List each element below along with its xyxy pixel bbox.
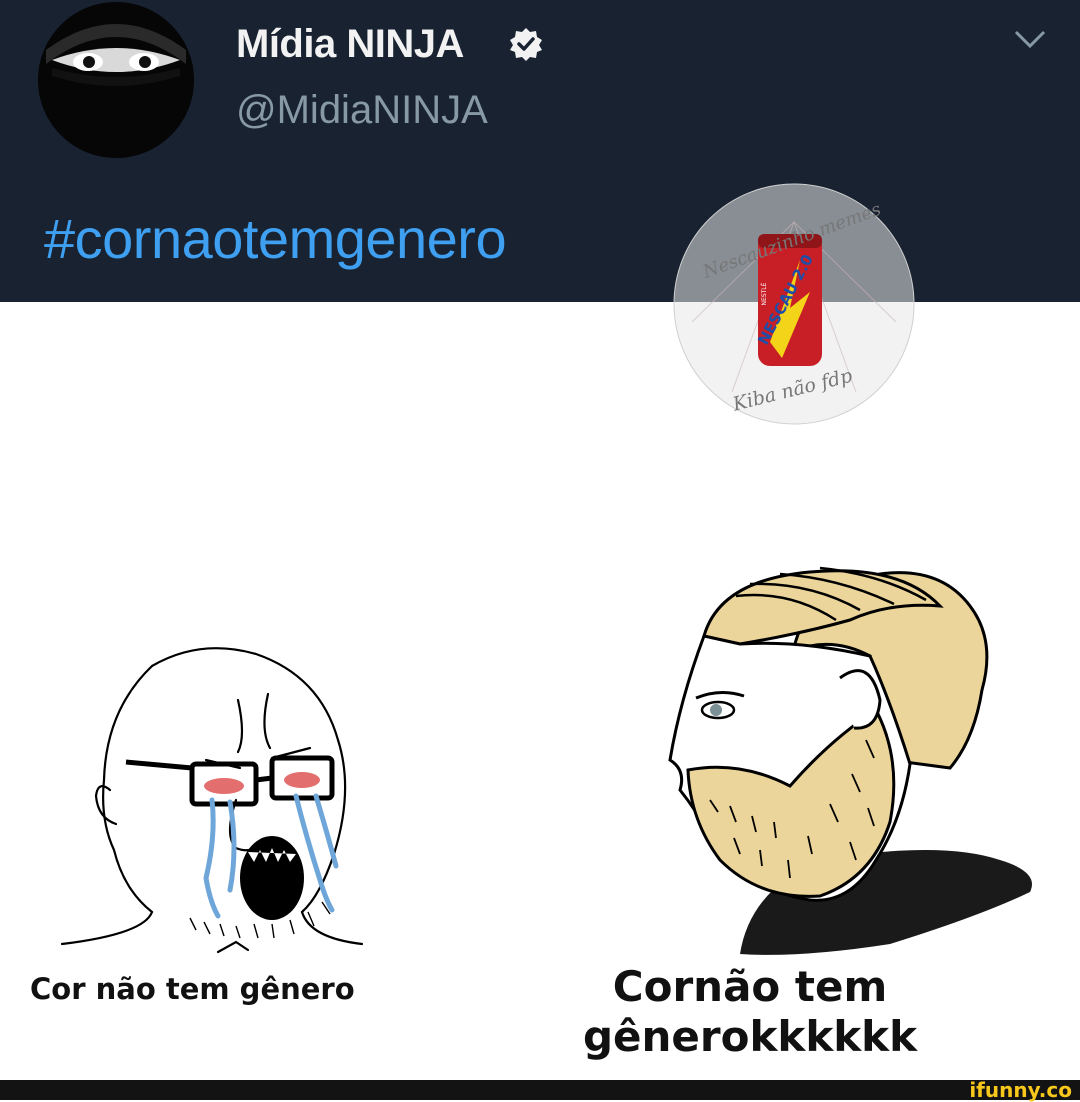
right-caption: Cornão tem gênerokkkkkk: [540, 962, 960, 1062]
footer-bar: ifunny.co: [0, 1078, 1080, 1102]
ifunny-logo[interactable]: ifunny.co: [969, 1078, 1072, 1102]
left-caption: Cor não tem gênero: [30, 972, 355, 1006]
ninja-mask-icon: [38, 2, 194, 158]
watermark-can-small-label: NESTLÉ: [760, 282, 768, 305]
avatar[interactable]: [38, 2, 194, 158]
crying-wojak-drawing: [60, 647, 364, 954]
verified-badge-icon: [510, 28, 542, 61]
hashtag-link[interactable]: #cornaotemgenero: [44, 206, 507, 271]
right-caption-line2: gênerokkkkkk: [582, 1012, 918, 1061]
display-name[interactable]: Mídia NINJA: [236, 22, 464, 67]
right-caption-line1: Cornão tem: [612, 962, 888, 1011]
chevron-down-icon[interactable]: [1012, 26, 1048, 52]
nescau-watermark-icon: NESCAU 2.0 NESTLÉ Nescauzinho memes Kiba…: [673, 183, 915, 425]
handle[interactable]: @MidiaNINJA: [236, 88, 488, 133]
tweet-header: Mídia NINJA @MidiaNINJA #cornaotemgenero: [0, 0, 1080, 302]
yes-chad-drawing: [668, 566, 1032, 955]
